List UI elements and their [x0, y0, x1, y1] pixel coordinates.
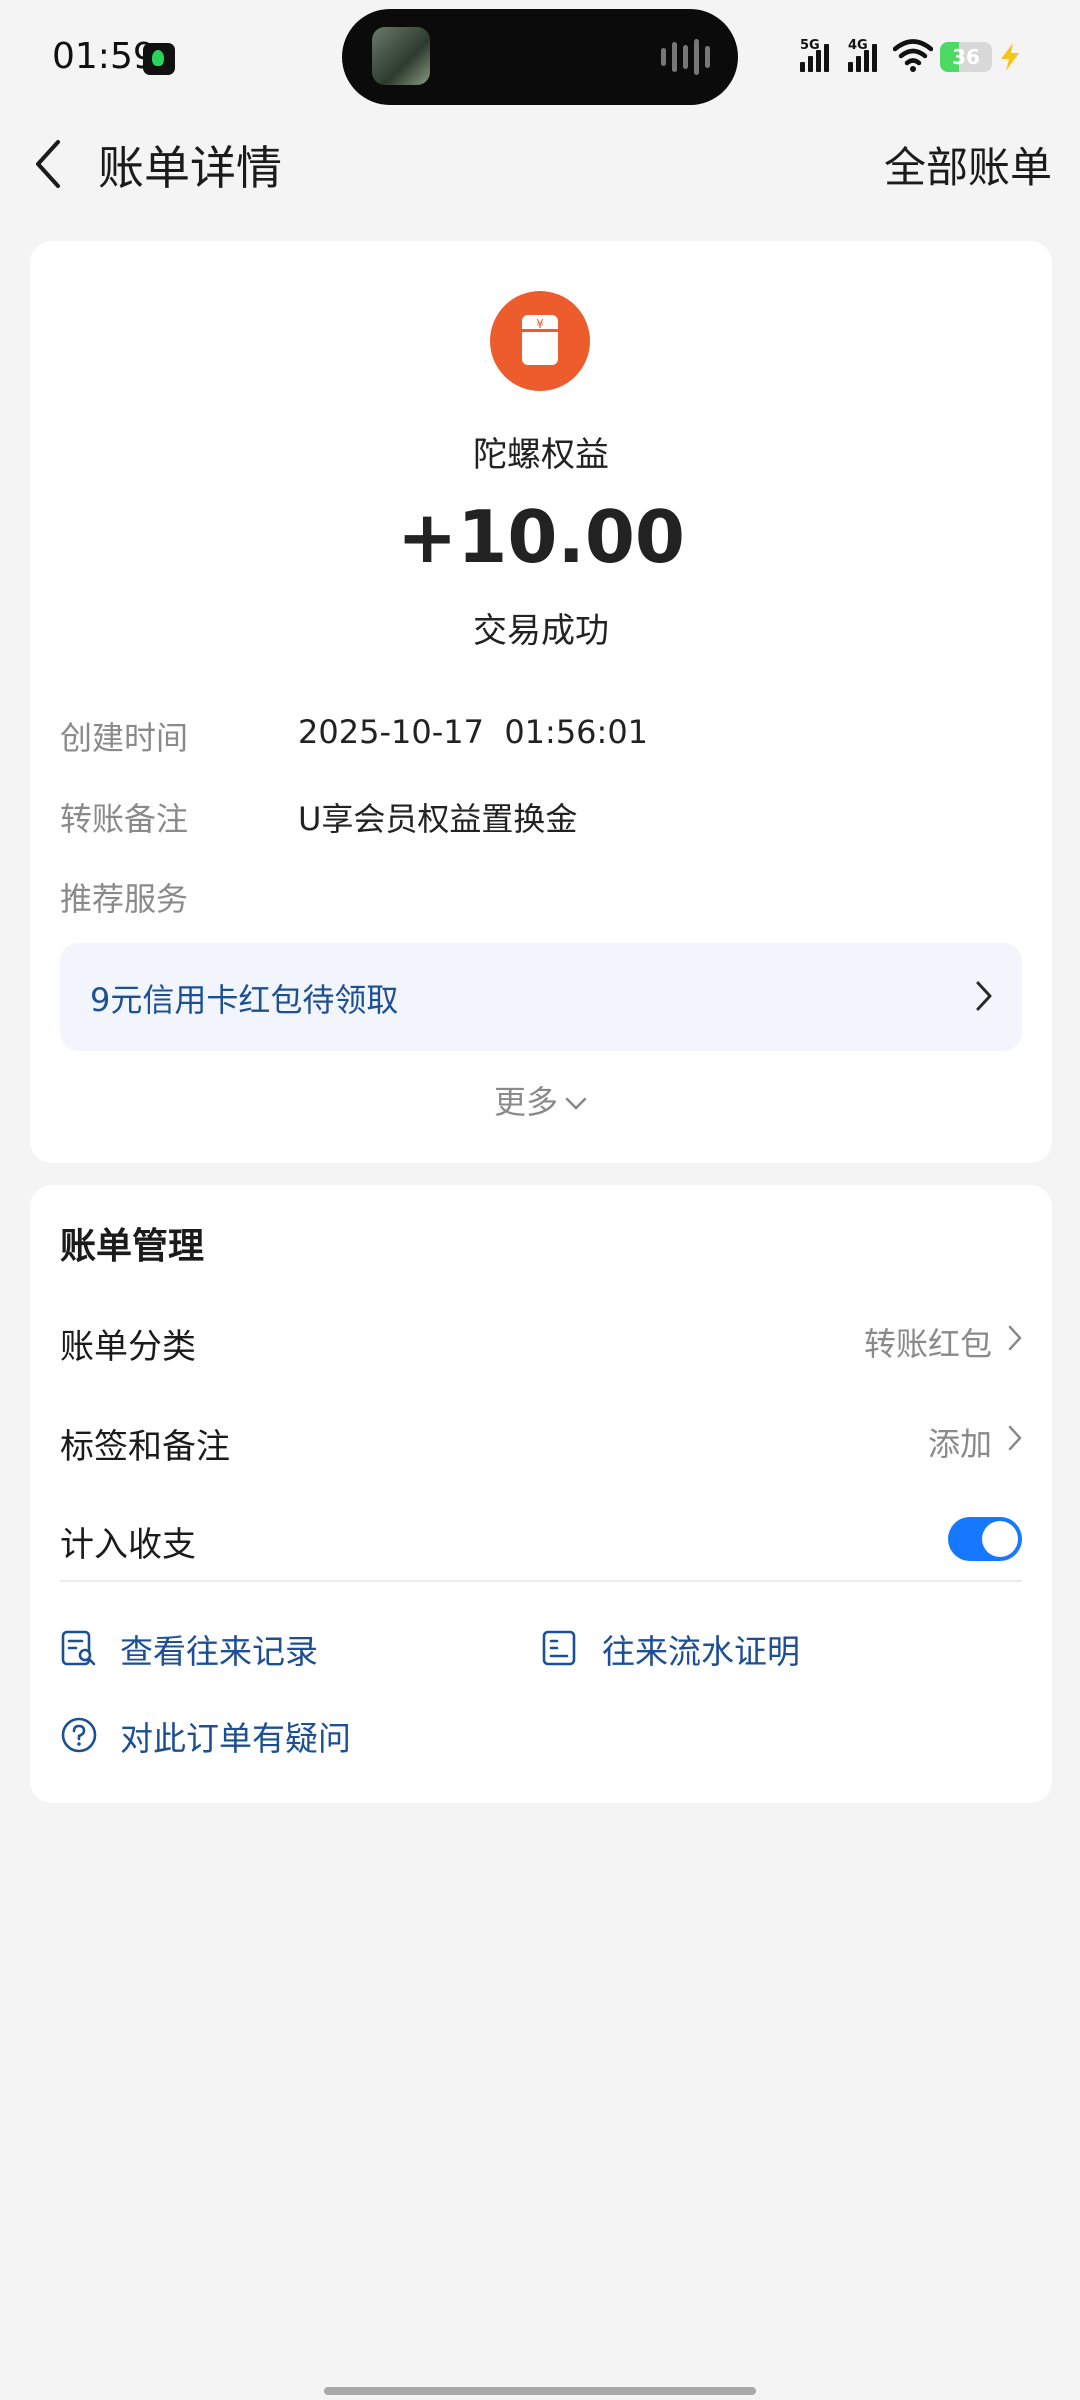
wifi-icon: [893, 39, 933, 72]
help-question-icon: [61, 1717, 97, 1753]
signal-5g-icon: [800, 40, 829, 72]
statement-certificate-link[interactable]: 往来流水证明: [602, 1625, 800, 1673]
charging-bolt-icon: [1001, 43, 1019, 71]
view-history-link[interactable]: 查看往来记录: [120, 1625, 318, 1673]
transfer-note-label: 转账备注: [60, 800, 189, 838]
tags-notes-value: 添加: [927, 1425, 992, 1463]
battery-icon: 36: [940, 42, 992, 72]
include-in-balance-label: 计入收支: [60, 1525, 196, 1565]
more-label: 更多: [493, 1083, 558, 1121]
chevron-right-icon: [1008, 1425, 1022, 1451]
created-time-label: 创建时间: [60, 719, 189, 757]
media-thumbnail: [372, 27, 430, 85]
include-in-balance-toggle[interactable]: [948, 1517, 1022, 1561]
transaction-status: 交易成功: [473, 611, 609, 651]
transfer-note-value: U享会员权益置换金: [298, 800, 578, 838]
bill-management-card: 账单管理 账单分类 转账红包 标签和备注 添加 计入收支 查看往来记录 往来流水…: [30, 1185, 1052, 1803]
merchant-name: 陀螺权益: [473, 435, 609, 475]
audio-wave-icon: [661, 39, 710, 75]
red-envelope-icon: [490, 291, 590, 391]
music-app-icon: [143, 43, 175, 75]
dynamic-island[interactable]: [342, 9, 738, 105]
management-title: 账单管理: [60, 1226, 205, 1267]
battery-level: 36: [952, 45, 980, 69]
back-arrow-icon[interactable]: [28, 134, 68, 194]
status-time: 01:59: [52, 36, 156, 77]
chevron-right-icon: [1008, 1325, 1022, 1351]
chevron-right-icon: [976, 981, 992, 1011]
home-indicator[interactable]: [324, 2387, 756, 2395]
tags-notes-label: 标签和备注: [60, 1427, 230, 1467]
order-question-link[interactable]: 对此订单有疑问: [120, 1712, 351, 1760]
transaction-card: 陀螺权益 +10.00 交易成功 创建时间 2025-10-17 01:56:0…: [30, 241, 1052, 1163]
transaction-amount: +10.00: [396, 495, 686, 579]
document-icon: [542, 1630, 576, 1666]
status-bar: 01:59 5G 4G 36: [0, 0, 1080, 110]
bill-category-label: 账单分类: [60, 1327, 196, 1367]
recommended-services-label: 推荐服务: [60, 880, 189, 918]
signal-4g-icon: [848, 40, 877, 72]
promo-text: 9元信用卡红包待领取: [90, 981, 399, 1019]
all-bills-link[interactable]: 全部账单: [884, 134, 1052, 195]
divider: [60, 1580, 1022, 1582]
more-button[interactable]: 更多: [30, 1077, 1052, 1123]
search-records-icon: [61, 1630, 96, 1666]
bill-category-value: 转账红包: [863, 1325, 992, 1363]
chevron-down-icon: [565, 1097, 587, 1110]
page-title: 账单详情: [98, 141, 282, 195]
created-time-value: 2025-10-17 01:56:01: [298, 713, 649, 751]
promo-banner[interactable]: 9元信用卡红包待领取: [60, 943, 1022, 1051]
